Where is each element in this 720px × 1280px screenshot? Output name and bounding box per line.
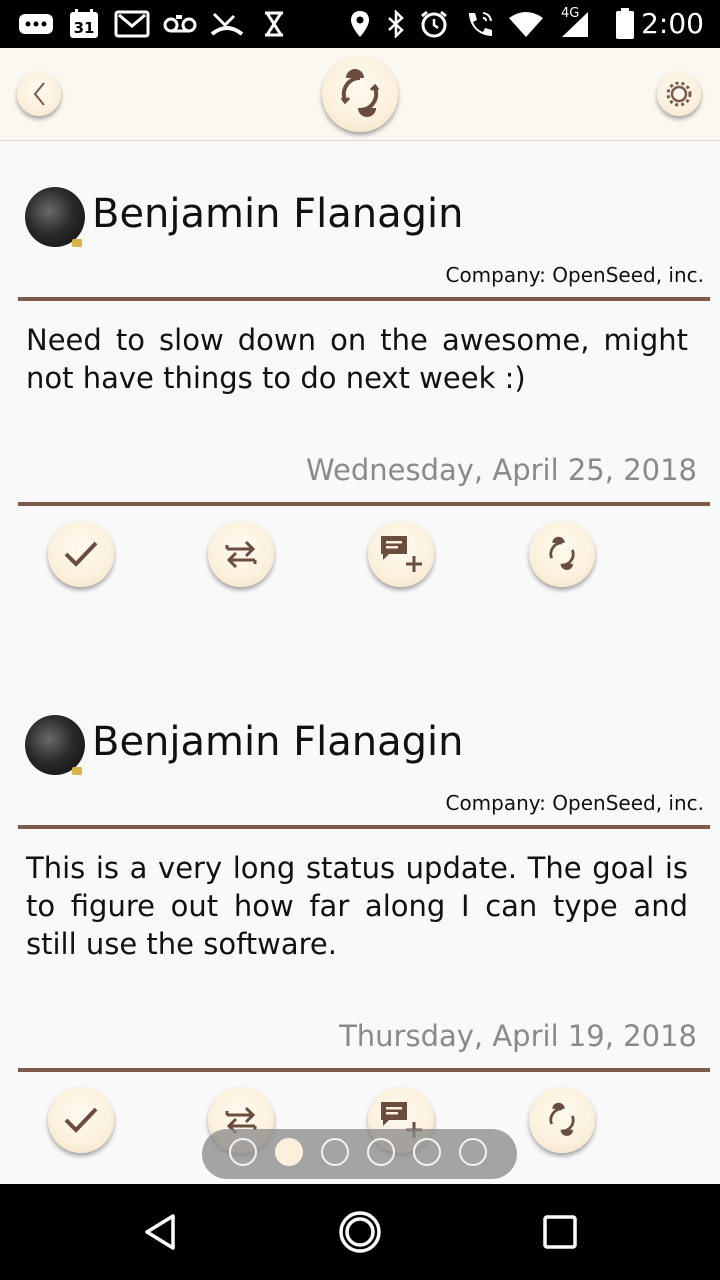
page-dot[interactable] bbox=[413, 1138, 441, 1166]
page-dot[interactable] bbox=[367, 1138, 395, 1166]
signal-icon bbox=[560, 8, 590, 40]
status-feed[interactable]: Benjamin Flanagin Company: OpenSeed, inc… bbox=[0, 141, 720, 1184]
divider bbox=[18, 297, 710, 301]
company-label: Company: OpenSeed, inc. bbox=[445, 791, 704, 815]
page-dot[interactable] bbox=[321, 1138, 349, 1166]
check-icon bbox=[64, 1107, 98, 1133]
gmail-icon bbox=[114, 8, 150, 40]
status-text: This is a very long status update. The g… bbox=[26, 851, 688, 961]
avatar-badge bbox=[72, 767, 82, 775]
back-button[interactable] bbox=[17, 72, 61, 116]
hourglass-icon bbox=[260, 8, 288, 40]
page-dot[interactable] bbox=[459, 1138, 487, 1166]
alarm-icon bbox=[418, 8, 450, 40]
status-bar: 31 4G 2:00 bbox=[0, 0, 720, 48]
more-icon bbox=[18, 8, 54, 40]
status-date: Wednesday, April 25, 2018 bbox=[306, 453, 697, 487]
related-button[interactable] bbox=[529, 1087, 595, 1153]
divider bbox=[18, 502, 710, 506]
avatar[interactable] bbox=[25, 187, 85, 247]
missed-call-icon bbox=[210, 8, 244, 40]
avatar[interactable] bbox=[25, 715, 85, 775]
call-icon bbox=[464, 8, 496, 40]
app-logo-icon bbox=[549, 536, 575, 570]
add-comment-icon bbox=[381, 536, 422, 572]
navigation-bar bbox=[0, 1184, 720, 1280]
avatar-badge bbox=[72, 239, 82, 247]
like-button[interactable] bbox=[48, 1087, 114, 1153]
nav-back-button[interactable] bbox=[136, 1208, 184, 1256]
app-logo-icon bbox=[340, 69, 380, 117]
home-icon bbox=[339, 1211, 381, 1253]
status-card: Benjamin Flanagin Company: OpenSeed, inc… bbox=[0, 669, 720, 1184]
author-name[interactable]: Benjamin Flanagin bbox=[92, 719, 464, 765]
author-name[interactable]: Benjamin Flanagin bbox=[92, 191, 464, 237]
page-indicator bbox=[202, 1129, 517, 1179]
like-button[interactable] bbox=[48, 521, 114, 587]
status-text: Need to slow down on the awesome, might … bbox=[26, 323, 688, 395]
company-label: Company: OpenSeed, inc. bbox=[445, 263, 704, 287]
bluetooth-icon bbox=[384, 8, 408, 40]
nav-home-button[interactable] bbox=[336, 1208, 384, 1256]
battery-icon bbox=[612, 8, 638, 40]
comment-button[interactable] bbox=[368, 521, 434, 587]
page-dot[interactable] bbox=[229, 1138, 257, 1166]
screen: 31 4G 2:00 Benjamin Flanagin Company: Op… bbox=[0, 0, 720, 1280]
repost-button[interactable] bbox=[208, 521, 274, 587]
chevron-left-icon bbox=[33, 82, 45, 106]
status-card: Benjamin Flanagin Company: OpenSeed, inc… bbox=[0, 141, 720, 661]
clock: 2:00 bbox=[641, 7, 704, 40]
divider bbox=[18, 1068, 710, 1072]
app-header bbox=[0, 48, 720, 141]
back-icon bbox=[145, 1214, 175, 1250]
repost-icon bbox=[225, 540, 257, 569]
status-date: Thursday, April 19, 2018 bbox=[339, 1019, 697, 1053]
gear-icon bbox=[666, 81, 692, 107]
page-dot-active[interactable] bbox=[275, 1138, 303, 1166]
calendar-day: 31 bbox=[74, 19, 95, 37]
app-logo-icon bbox=[549, 1102, 575, 1136]
location-icon bbox=[348, 8, 372, 40]
related-button[interactable] bbox=[529, 521, 595, 587]
recents-icon bbox=[543, 1215, 577, 1249]
calendar-icon: 31 bbox=[68, 8, 100, 40]
nav-recents-button[interactable] bbox=[536, 1208, 584, 1256]
wifi-icon bbox=[508, 8, 544, 40]
app-logo-button[interactable] bbox=[322, 56, 398, 132]
check-icon bbox=[64, 541, 98, 567]
divider bbox=[18, 825, 710, 829]
settings-button[interactable] bbox=[657, 72, 701, 116]
voicemail-icon bbox=[162, 8, 198, 40]
